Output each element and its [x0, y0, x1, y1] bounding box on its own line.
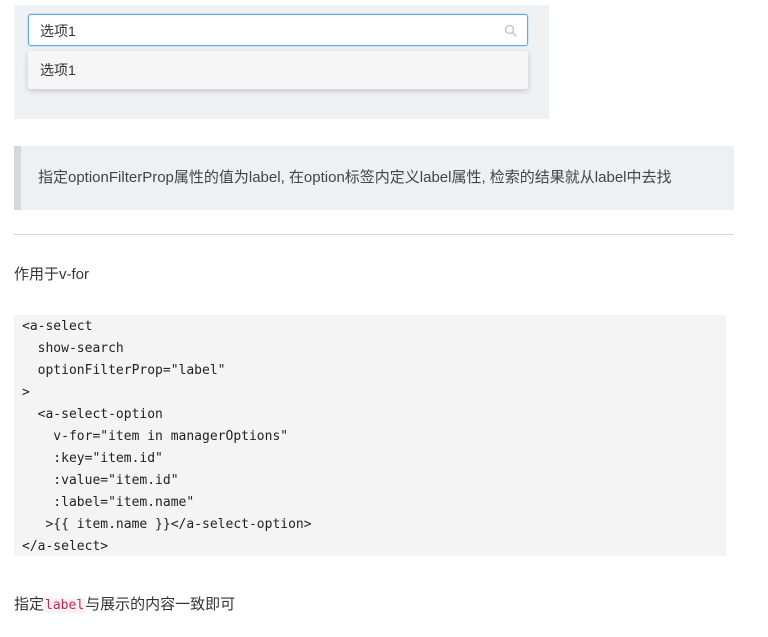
select-demo-panel: 选项1 选项1 — [14, 5, 549, 119]
footer-text-after: 与展示的内容一致即可 — [85, 596, 236, 613]
horizontal-divider — [14, 234, 734, 235]
code-line: :value="item.id" — [22, 473, 179, 488]
select-dropdown: 选项1 — [28, 51, 528, 89]
code-line: <a-select — [22, 319, 93, 334]
code-line: >{{ item.name }}</a-select-option> — [22, 517, 312, 532]
dropdown-option[interactable]: 选项1 — [28, 51, 528, 89]
code-line: optionFilterProp="label" — [22, 363, 226, 378]
search-select-input[interactable]: 选项1 — [28, 14, 528, 46]
code-line: </a-select> — [22, 539, 109, 554]
section-heading: 作用于v-for — [14, 266, 90, 283]
footer-paragraph: 指定label与展示的内容一致即可 — [14, 596, 235, 615]
code-block: <a-select show-search optionFilterProp="… — [14, 315, 726, 556]
code-line: :key="item.id" — [22, 451, 163, 466]
select-current-value: 选项1 — [40, 23, 76, 39]
dropdown-option-label: 选项1 — [40, 62, 76, 78]
footer-text-before: 指定 — [14, 596, 45, 613]
note-text: 指定optionFilterProp属性的值为label, 在option标签内… — [38, 169, 672, 186]
code-line: show-search — [22, 341, 124, 356]
blockquote-note: 指定optionFilterProp属性的值为label, 在option标签内… — [14, 146, 734, 210]
inline-code: label — [44, 598, 86, 613]
code-line: :label="item.name" — [22, 495, 195, 510]
search-icon — [504, 24, 517, 37]
code-line: <a-select-option — [22, 407, 163, 422]
article-page: 选项1 选项1 指定optionFilterProp属性的值为label, 在o… — [0, 0, 768, 637]
code-line: > — [22, 385, 30, 400]
code-line: v-for="item in managerOptions" — [22, 429, 289, 444]
